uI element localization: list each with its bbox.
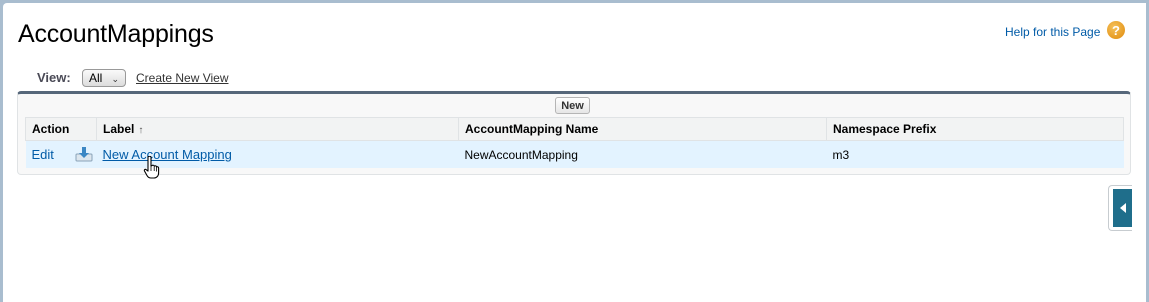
help-icon[interactable]: ? xyxy=(1107,21,1125,39)
column-header-name[interactable]: AccountMapping Name xyxy=(458,117,827,141)
column-header-action: Action xyxy=(25,117,97,141)
list-table: Action Label ↑ AccountMapping Name Namesp… xyxy=(25,117,1124,168)
table-header-row: Action Label ↑ AccountMapping Name Namesp… xyxy=(25,117,1124,141)
view-select-value: All xyxy=(89,71,103,85)
download-icon[interactable] xyxy=(75,146,93,162)
create-new-view-link[interactable]: Create New View xyxy=(136,71,228,85)
chevron-down-icon: ⌄ xyxy=(111,74,119,84)
chevron-left-icon xyxy=(1119,203,1126,213)
column-header-label-text: Label xyxy=(103,122,135,136)
sort-ascending-icon: ↑ xyxy=(138,125,144,136)
record-api-name: NewAccountMapping xyxy=(464,147,578,162)
row-name-cell: NewAccountMapping xyxy=(458,140,827,168)
column-header-namespace[interactable]: Namespace Prefix xyxy=(826,117,1124,141)
record-namespace: m3 xyxy=(832,147,850,162)
page-title: AccountMappings xyxy=(18,20,214,48)
view-select[interactable]: All ⌄ xyxy=(82,69,126,87)
record-label-link[interactable]: New Account Mapping xyxy=(103,147,232,162)
collapse-sidebar-button[interactable] xyxy=(1113,189,1132,227)
edit-link[interactable]: Edit xyxy=(32,147,54,162)
row-namespace-cell: m3 xyxy=(826,140,1124,168)
hand-cursor-icon xyxy=(143,156,160,179)
view-label: View: xyxy=(37,70,71,85)
new-button[interactable]: New xyxy=(555,97,590,114)
table-row: Edit New Account Mapping NewAccountMappi… xyxy=(25,140,1124,168)
help-link[interactable]: Help for this Page xyxy=(1005,25,1100,39)
column-header-label[interactable]: Label ↑ xyxy=(96,117,459,141)
